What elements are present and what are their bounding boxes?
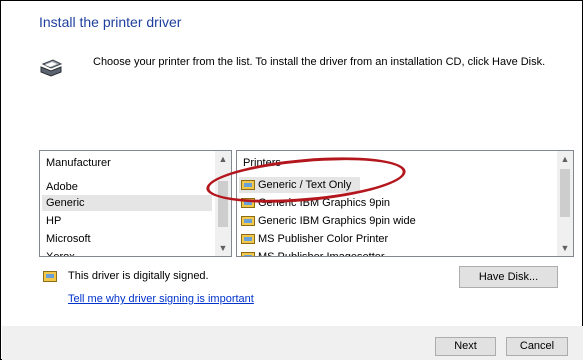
printers-header: Printers	[243, 157, 281, 169]
printer-item-label: MS Publisher Imagesetter	[258, 251, 385, 257]
cancel-button[interactable]: Cancel	[506, 337, 568, 356]
signed-driver-icon	[43, 271, 57, 282]
next-button[interactable]: Next	[435, 337, 496, 356]
printer-item-label: Generic / Text Only	[258, 179, 352, 191]
manufacturer-header: Manufacturer	[46, 157, 111, 169]
manufacturer-listbox[interactable]: Manufacturer Adobe Generic HP Microsoft …	[39, 150, 232, 257]
printer-item-label: Generic IBM Graphics 9pin wide	[258, 215, 416, 227]
printers-scrollbar[interactable]: ▲ ▼	[557, 151, 573, 256]
manufacturer-item[interactable]: Adobe	[46, 179, 78, 195]
have-disk-button[interactable]: Have Disk...	[459, 266, 558, 288]
dialog-window: Install the printer driver Choose your p…	[0, 0, 583, 360]
manufacturer-scrollbar[interactable]: ▲ ▼	[215, 151, 231, 256]
scroll-down-icon[interactable]: ▼	[215, 240, 231, 256]
scroll-thumb[interactable]	[218, 181, 228, 227]
manufacturer-item[interactable]: HP	[46, 213, 61, 229]
manufacturer-item-selected[interactable]: Generic	[42, 195, 212, 211]
printer-icon	[40, 59, 63, 77]
scroll-thumb[interactable]	[560, 169, 570, 217]
manufacturer-item[interactable]: Microsoft	[46, 231, 91, 247]
instructions-text: Choose your printer from the list. To in…	[93, 56, 546, 68]
scroll-down-icon[interactable]: ▼	[557, 240, 573, 256]
printer-item[interactable]: MS Publisher Imagesetter	[241, 249, 385, 257]
printer-item[interactable]: MS Publisher Color Printer	[241, 231, 388, 247]
printer-driver-icon	[241, 180, 255, 190]
printer-driver-icon	[241, 252, 255, 256]
printer-item[interactable]: Generic IBM Graphics 9pin	[241, 195, 390, 211]
printer-driver-icon	[241, 198, 255, 208]
printer-item-label: MS Publisher Color Printer	[258, 233, 389, 245]
dialog-title: Install the printer driver	[39, 14, 182, 30]
driver-signing-link[interactable]: Tell me why driver signing is important	[68, 293, 254, 305]
printer-item[interactable]: Generic IBM Graphics 9pin wide	[241, 213, 416, 229]
manufacturer-item[interactable]: Xerox	[46, 249, 75, 256]
printer-item-selected[interactable]: Generic / Text Only	[239, 177, 360, 193]
printers-listbox[interactable]: Printers Generic / Text Only Generic IBM…	[236, 150, 574, 257]
scroll-up-icon[interactable]: ▲	[557, 151, 573, 167]
signed-status-text: This driver is digitally signed.	[68, 270, 209, 282]
printer-driver-icon	[241, 216, 255, 226]
printer-item-label: Generic IBM Graphics 9pin	[258, 197, 391, 209]
scroll-up-icon[interactable]: ▲	[215, 151, 231, 167]
printer-driver-icon	[241, 234, 255, 244]
